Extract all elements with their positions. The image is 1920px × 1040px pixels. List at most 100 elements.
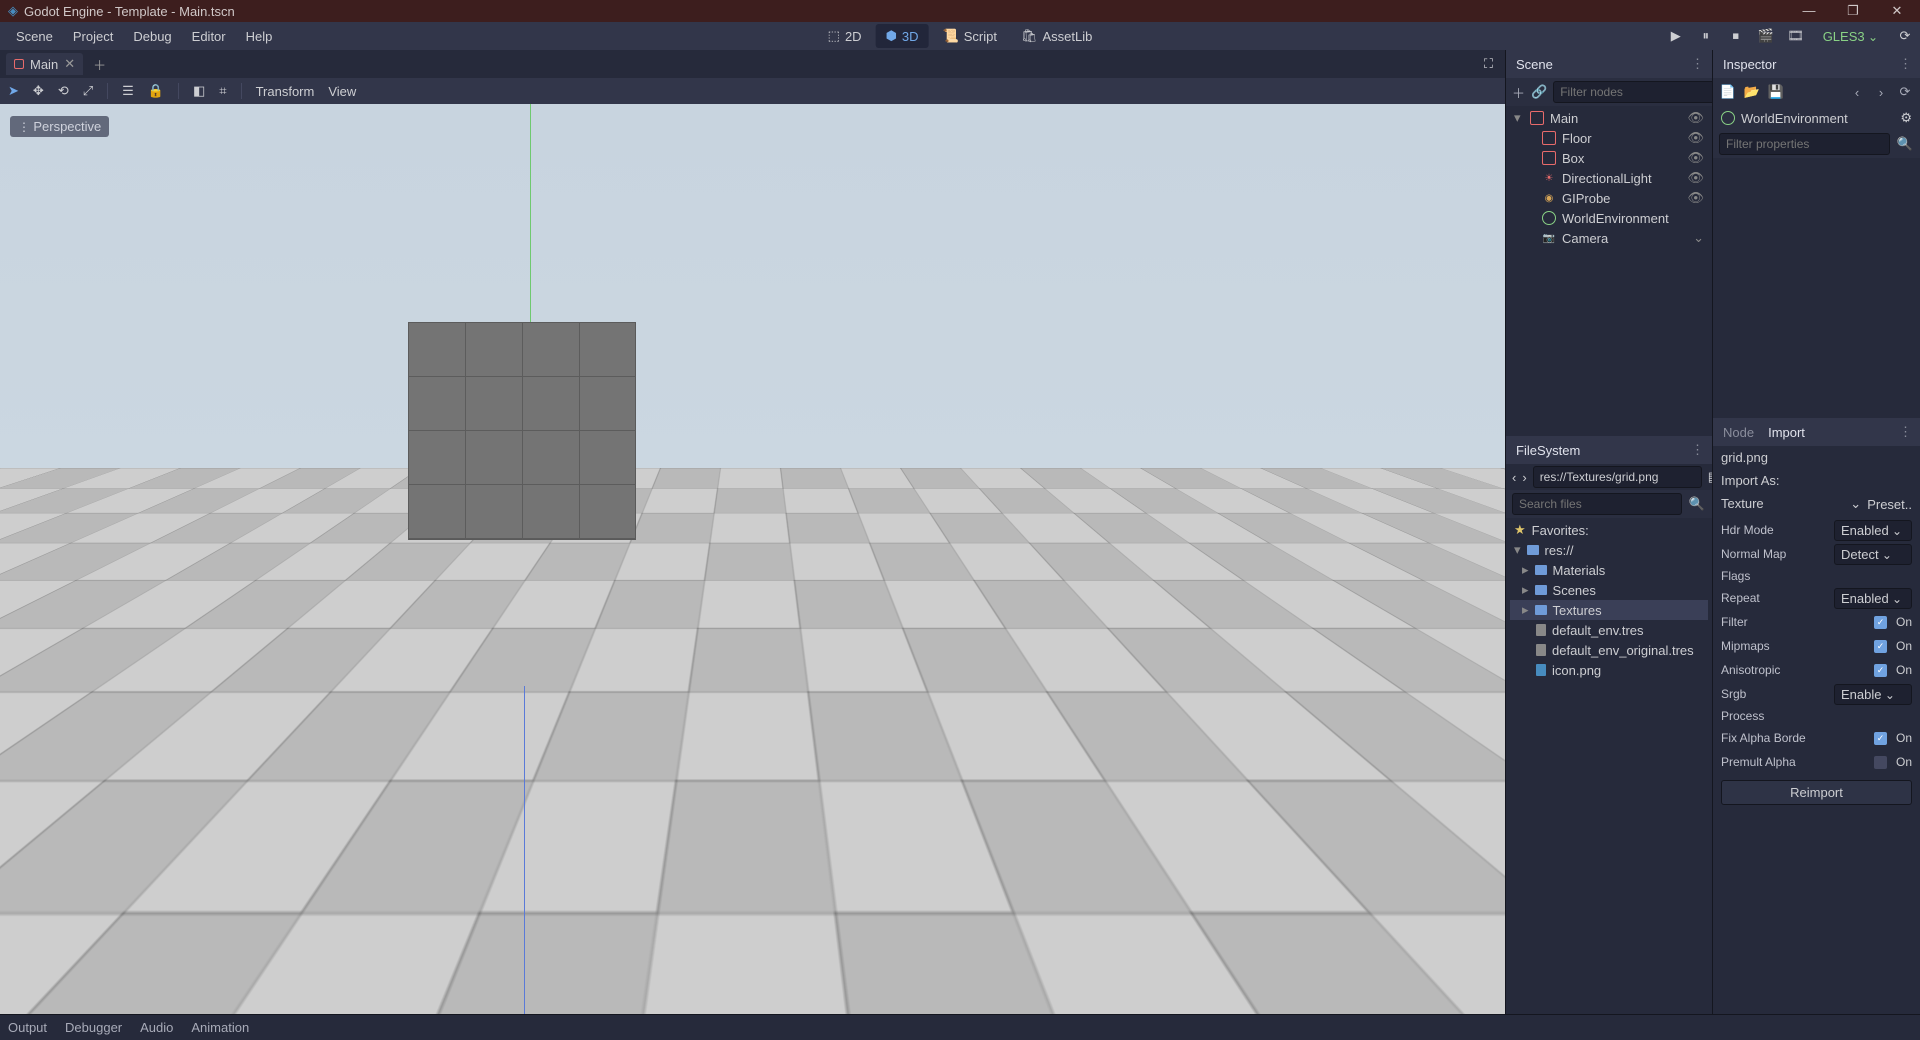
import-panel-menu-icon[interactable]: ⋮ xyxy=(1899,424,1912,440)
filter-checkbox[interactable]: ✓ xyxy=(1874,616,1887,629)
distraction-free-icon[interactable]: ⛶ xyxy=(1478,56,1499,72)
view-menu[interactable]: View xyxy=(328,84,356,99)
fs-folder-scenes[interactable]: ▸Scenes xyxy=(1510,580,1708,600)
fs-search-input[interactable] xyxy=(1512,493,1682,515)
fs-favorites[interactable]: ★Favorites: xyxy=(1510,520,1708,540)
filesystem-panel-menu-icon[interactable]: ⋮ xyxy=(1691,442,1704,458)
search-icon[interactable]: 🔍 xyxy=(1896,136,1914,152)
import-as-dropdown[interactable]: Texture⌄ xyxy=(1721,496,1861,512)
insp-history-back[interactable]: ‹ xyxy=(1848,85,1866,100)
visibility-icon[interactable]: ⌄ xyxy=(1693,230,1704,246)
fix-alpha-checkbox[interactable]: ✓ xyxy=(1874,732,1887,745)
refresh-icon[interactable]: ⟳ xyxy=(1896,27,1914,45)
node-directional-light[interactable]: ☀DirectionalLight👁 xyxy=(1510,168,1708,188)
scene-panel-menu-icon[interactable]: ⋮ xyxy=(1691,56,1704,72)
snap-tool[interactable]: ⌗ xyxy=(219,83,226,99)
insp-open-icon[interactable]: 📄 xyxy=(1719,84,1737,100)
import-tab[interactable]: Import xyxy=(1766,421,1807,444)
search-icon[interactable]: 🔍 xyxy=(1688,496,1706,512)
filter-nodes-input[interactable] xyxy=(1553,81,1722,103)
visibility-icon[interactable]: 👁 xyxy=(1687,110,1704,126)
add-tab-button[interactable]: ＋ xyxy=(87,55,112,74)
select-tool[interactable]: ➤ xyxy=(8,83,19,99)
workspace-2d[interactable]: ⬚2D xyxy=(818,24,872,48)
perspective-label[interactable]: ⋮ Perspective xyxy=(10,116,109,137)
lock-tool[interactable]: 🔒 xyxy=(148,83,164,99)
scale-tool[interactable]: ⤢ xyxy=(83,83,93,99)
reimport-button[interactable]: Reimport xyxy=(1721,780,1912,805)
visibility-icon[interactable]: 👁 xyxy=(1687,130,1704,146)
menu-editor[interactable]: Editor xyxy=(182,25,236,48)
insp-history-fwd[interactable]: › xyxy=(1872,85,1890,100)
play-custom-button[interactable]: 🎞 xyxy=(1787,27,1805,45)
play-scene-button[interactable]: 🎬 xyxy=(1757,27,1775,45)
transform-menu[interactable]: Transform xyxy=(256,84,315,99)
bottom-tab-debugger[interactable]: Debugger xyxy=(65,1020,122,1035)
stop-button[interactable]: ⏹ xyxy=(1727,27,1745,45)
mipmaps-checkbox[interactable]: ✓ xyxy=(1874,640,1887,653)
visibility-icon[interactable]: 👁 xyxy=(1687,190,1704,206)
fs-file-default-env-orig[interactable]: default_env_original.tres xyxy=(1510,640,1708,660)
visibility-icon[interactable]: 👁 xyxy=(1687,170,1704,186)
pause-button[interactable]: ⏸ xyxy=(1697,27,1715,45)
workspace-3d[interactable]: ⬢3D xyxy=(876,24,929,48)
preset-button[interactable]: Preset.. xyxy=(1867,497,1912,512)
fs-file-default-env[interactable]: default_env.tres xyxy=(1510,620,1708,640)
node-world-environment[interactable]: WorldEnvironment xyxy=(1510,208,1708,228)
workspace-assetlib[interactable]: 🛍AssetLib xyxy=(1011,24,1102,48)
bottom-tab-output[interactable]: Output xyxy=(8,1020,47,1035)
menu-project[interactable]: Project xyxy=(63,25,123,48)
hdr-mode-dropdown[interactable]: Enabled ⌄ xyxy=(1834,520,1912,541)
renderer-selector[interactable]: GLES3 ⌄ xyxy=(1817,29,1884,44)
menu-help[interactable]: Help xyxy=(236,25,283,48)
menu-debug[interactable]: Debug xyxy=(123,25,181,48)
visibility-icon[interactable]: 👁 xyxy=(1687,150,1704,166)
list-select-tool[interactable]: ☰ xyxy=(122,83,134,99)
insp-load-icon[interactable]: 📂 xyxy=(1743,84,1761,100)
insp-save-icon[interactable]: 💾 xyxy=(1767,84,1785,100)
rotate-tool[interactable]: ⟲ xyxy=(58,83,69,99)
play-button[interactable]: ▶ xyxy=(1667,27,1685,45)
insp-tool-icon[interactable]: ⚙ xyxy=(1900,110,1912,126)
3d-icon: ⬢ xyxy=(886,28,897,44)
flags-section: Flags xyxy=(1713,566,1920,586)
viewport-3d[interactable]: ⋮ Perspective xyxy=(0,104,1505,1014)
filter-properties-input[interactable] xyxy=(1719,133,1890,155)
node-main[interactable]: ▾Main👁 xyxy=(1510,108,1708,128)
workspace-script[interactable]: 📜Script xyxy=(933,24,1007,48)
fs-folder-materials[interactable]: ▸Materials xyxy=(1510,560,1708,580)
normal-map-dropdown[interactable]: Detect ⌄ xyxy=(1834,544,1912,565)
inspector-tab[interactable]: Inspector xyxy=(1721,53,1778,76)
node-giprobe[interactable]: ◉GIProbe👁 xyxy=(1510,188,1708,208)
node-floor[interactable]: Floor👁 xyxy=(1510,128,1708,148)
move-tool[interactable]: ✥ xyxy=(33,83,44,99)
menu-scene[interactable]: Scene xyxy=(6,25,63,48)
local-space-tool[interactable]: ◧ xyxy=(193,83,205,99)
bottom-tab-audio[interactable]: Audio xyxy=(140,1020,173,1035)
node-tab[interactable]: Node xyxy=(1721,421,1756,444)
fs-back-button[interactable]: ‹ xyxy=(1512,470,1516,485)
close-button[interactable]: ✕ xyxy=(1882,3,1912,19)
bottom-tab-animation[interactable]: Animation xyxy=(191,1020,249,1035)
premult-checkbox[interactable] xyxy=(1874,756,1887,769)
srgb-dropdown[interactable]: Enable ⌄ xyxy=(1834,684,1912,705)
fs-root[interactable]: ▾res:// xyxy=(1510,540,1708,560)
minimize-button[interactable]: — xyxy=(1794,3,1824,19)
repeat-dropdown[interactable]: Enabled ⌄ xyxy=(1834,588,1912,609)
scene-tab[interactable]: Scene xyxy=(1514,53,1555,76)
close-tab-icon[interactable]: ✕ xyxy=(64,56,75,72)
anisotropic-checkbox[interactable]: ✓ xyxy=(1874,664,1887,677)
add-node-button[interactable]: ＋ xyxy=(1512,83,1525,102)
node-camera[interactable]: 📷Camera⌄ xyxy=(1510,228,1708,248)
fs-path-input[interactable] xyxy=(1533,466,1702,488)
link-node-button[interactable]: 🔗 xyxy=(1531,84,1547,100)
fs-file-icon-png[interactable]: icon.png xyxy=(1510,660,1708,680)
fs-forward-button[interactable]: › xyxy=(1522,470,1526,485)
inspector-panel-menu-icon[interactable]: ⋮ xyxy=(1899,56,1912,72)
insp-history-icon[interactable]: ⟳ xyxy=(1896,84,1914,100)
filesystem-tab[interactable]: FileSystem xyxy=(1514,439,1582,462)
scene-tab-main[interactable]: Main ✕ xyxy=(6,53,83,75)
node-box[interactable]: Box👁 xyxy=(1510,148,1708,168)
fs-folder-textures[interactable]: ▸Textures xyxy=(1510,600,1708,620)
maximize-button[interactable]: ❐ xyxy=(1838,3,1868,19)
